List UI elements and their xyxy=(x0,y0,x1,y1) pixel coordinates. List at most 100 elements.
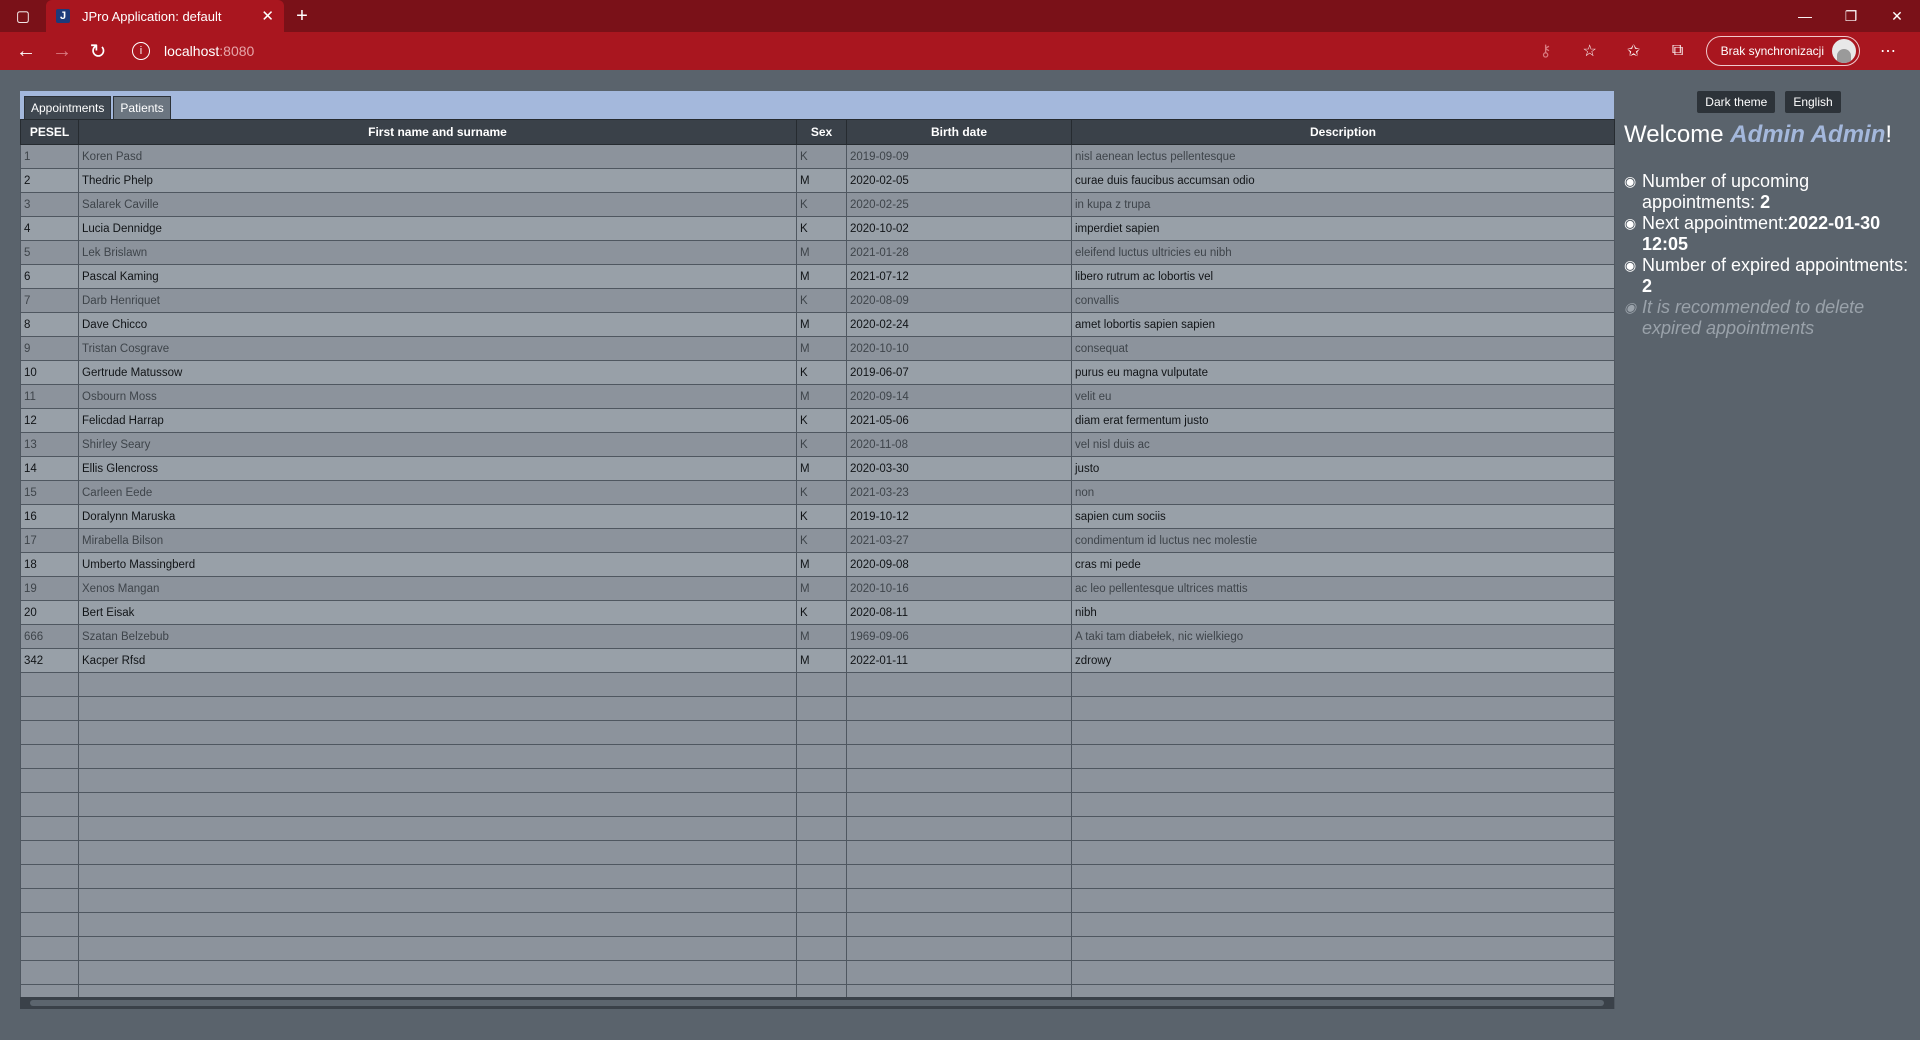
reload-icon[interactable]: ↻ xyxy=(80,33,116,69)
back-icon[interactable]: ← xyxy=(8,33,44,69)
minimize-icon[interactable]: — xyxy=(1782,0,1828,32)
table-row[interactable]: 7 Darb Henriquet K 2020-08-09 convallis xyxy=(20,288,1615,313)
site-info-icon[interactable]: i xyxy=(132,42,150,60)
column-header-name[interactable]: First name and surname xyxy=(78,119,797,145)
tab-title: JPro Application: default xyxy=(82,8,222,24)
table-row[interactable]: 3 Salarek Caville K 2020-02-25 in kupa z tru… xyxy=(20,192,1615,217)
column-header-sex[interactable]: Sex xyxy=(796,119,847,145)
cell-birth-date: 2019-06-07 xyxy=(846,360,1072,385)
cell-pesel: 8 xyxy=(20,312,79,337)
table-row[interactable]: 9 Tristan Cosgrave M 2020-10-10 consequat xyxy=(20,336,1615,361)
empty-cell xyxy=(1071,720,1615,745)
empty-table-row xyxy=(20,864,1615,889)
forward-icon[interactable]: → xyxy=(44,33,80,69)
cell-description: imperdiet sapien xyxy=(1071,216,1615,241)
url-host: localhost xyxy=(164,43,220,59)
address-bar[interactable]: i localhost:8080 xyxy=(122,36,1322,66)
dark-theme-button[interactable]: Dark theme xyxy=(1697,91,1776,113)
empty-cell xyxy=(78,840,797,865)
empty-cell xyxy=(1071,864,1615,889)
cell-name: Osbourn Moss xyxy=(78,384,797,409)
close-tab-icon[interactable]: ✕ xyxy=(261,7,274,25)
empty-cell xyxy=(846,936,1072,961)
empty-cell xyxy=(20,960,79,985)
cell-sex: M xyxy=(796,168,847,193)
cell-description: sapien cum sociis xyxy=(1071,504,1615,529)
table-row[interactable]: 16 Doralynn Maruska K 2019-10-12 sapien cum … xyxy=(20,504,1615,529)
empty-cell xyxy=(20,744,79,769)
horizontal-scrollbar[interactable] xyxy=(20,997,1614,1009)
more-icon[interactable]: ⋯ xyxy=(1866,33,1910,69)
key-icon[interactable]: ⚷ xyxy=(1524,33,1568,69)
empty-cell xyxy=(1071,816,1615,841)
empty-cell xyxy=(78,816,797,841)
table-row[interactable]: 6 Pascal Kaming M 2021-07-12 libero rutrum a… xyxy=(20,264,1615,289)
cell-sex: K xyxy=(796,360,847,385)
table-row[interactable]: 342 Kacper Rfsd M 2022-01-11 zdrowy xyxy=(20,648,1615,673)
empty-cell xyxy=(1071,744,1615,769)
table-row[interactable]: 19 Xenos Mangan M 2020-10-16 ac leo pellente… xyxy=(20,576,1615,601)
cell-sex: K xyxy=(796,432,847,457)
table-row[interactable]: 1 Koren Pasd K 2019-09-09 nisl aenean lectus… xyxy=(20,144,1615,169)
table-row[interactable]: 13 Shirley Seary K 2020-11-08 vel nisl duis … xyxy=(20,432,1615,457)
restore-icon[interactable]: ❐ xyxy=(1828,0,1874,32)
cell-description: eleifend luctus ultricies eu nibh xyxy=(1071,240,1615,265)
table-row[interactable]: 15 Carleen Eede K 2021-03-23 non xyxy=(20,480,1615,505)
table-row[interactable]: 20 Bert Eisak K 2020-08-11 nibh xyxy=(20,600,1615,625)
column-header-pesel[interactable]: PESEL xyxy=(20,119,79,145)
empty-table-row xyxy=(20,672,1615,697)
table-row[interactable]: 10 Gertrude Matussow K 2019-06-07 purus eu m… xyxy=(20,360,1615,385)
table-row[interactable]: 14 Ellis Glencross M 2020-03-30 justo xyxy=(20,456,1615,481)
empty-cell xyxy=(846,960,1072,985)
tab-actions-icon[interactable]: ▢ xyxy=(0,0,46,32)
cell-name: Darb Henriquet xyxy=(78,288,797,313)
tab-patients[interactable]: Patients xyxy=(113,96,171,119)
new-tab-icon[interactable]: + xyxy=(284,0,320,32)
empty-table-row xyxy=(20,936,1615,961)
side-panel: Dark theme English Welcome Admin Admin! … xyxy=(1624,91,1914,339)
empty-cell xyxy=(20,936,79,961)
cell-birth-date: 2020-09-08 xyxy=(846,552,1072,577)
table-row[interactable]: 5 Lek Brislawn M 2021-01-28 eleifend luctus … xyxy=(20,240,1615,265)
cell-pesel: 14 xyxy=(20,456,79,481)
cell-birth-date: 2021-05-06 xyxy=(846,408,1072,433)
table-row[interactable]: 12 Felicdad Harrap K 2021-05-06 diam erat fe… xyxy=(20,408,1615,433)
welcome-heading: Welcome Admin Admin! xyxy=(1624,121,1914,149)
empty-cell xyxy=(20,792,79,817)
favorites-icon[interactable]: ✩ xyxy=(1612,33,1656,69)
cell-description: diam erat fermentum justo xyxy=(1071,408,1615,433)
cell-name: Koren Pasd xyxy=(78,144,797,169)
tab-appointments[interactable]: Appointments xyxy=(24,96,112,119)
empty-cell xyxy=(796,864,847,889)
add-favorite-icon[interactable]: ☆ xyxy=(1568,33,1612,69)
sync-button[interactable]: Brak synchronizacji xyxy=(1705,36,1860,66)
table-row[interactable]: 18 Umberto Massingberd M 2020-09-08 cras mi … xyxy=(20,552,1615,577)
column-header-description[interactable]: Description xyxy=(1071,119,1615,145)
cell-birth-date: 2019-10-12 xyxy=(846,504,1072,529)
table-row[interactable]: 17 Mirabella Bilson K 2021-03-27 condimentum… xyxy=(20,528,1615,553)
radio-bullet-icon: ◉ xyxy=(1624,215,1637,231)
cell-description: vel nisl duis ac xyxy=(1071,432,1615,457)
table-row[interactable]: 8 Dave Chicco M 2020-02-24 amet lobortis sap… xyxy=(20,312,1615,337)
jpro-favicon-icon: J xyxy=(56,9,70,23)
close-window-icon[interactable]: ✕ xyxy=(1874,0,1920,32)
browser-tab-bar: ▢ J JPro Application: default ✕ + — ❐ ✕ xyxy=(0,0,1920,32)
browser-tab[interactable]: J JPro Application: default ✕ xyxy=(46,0,284,32)
cell-birth-date: 2020-10-02 xyxy=(846,216,1072,241)
collections-icon[interactable]: ⧉ xyxy=(1656,33,1700,69)
cell-name: Shirley Seary xyxy=(78,432,797,457)
language-button[interactable]: English xyxy=(1785,91,1841,113)
scrollbar-thumb[interactable] xyxy=(30,1000,1604,1006)
cell-name: Lucia Dennidge xyxy=(78,216,797,241)
empty-cell xyxy=(78,720,797,745)
cell-sex: M xyxy=(796,456,847,481)
cell-sex: K xyxy=(796,504,847,529)
table-row[interactable]: 4 Lucia Dennidge K 2020-10-02 imperdiet sapi… xyxy=(20,216,1615,241)
table-row[interactable]: 666 Szatan Belzebub M 1969-09-06 A taki tam … xyxy=(20,624,1615,649)
expired-value: 2 xyxy=(1642,276,1653,296)
table-row[interactable]: 11 Osbourn Moss M 2020-09-14 velit eu xyxy=(20,384,1615,409)
side-buttons: Dark theme English xyxy=(1624,91,1914,113)
cell-name: Gertrude Matussow xyxy=(78,360,797,385)
table-row[interactable]: 2 Thedric Phelp M 2020-02-05 curae duis fauc… xyxy=(20,168,1615,193)
column-header-birth-date[interactable]: Birth date xyxy=(846,119,1072,145)
